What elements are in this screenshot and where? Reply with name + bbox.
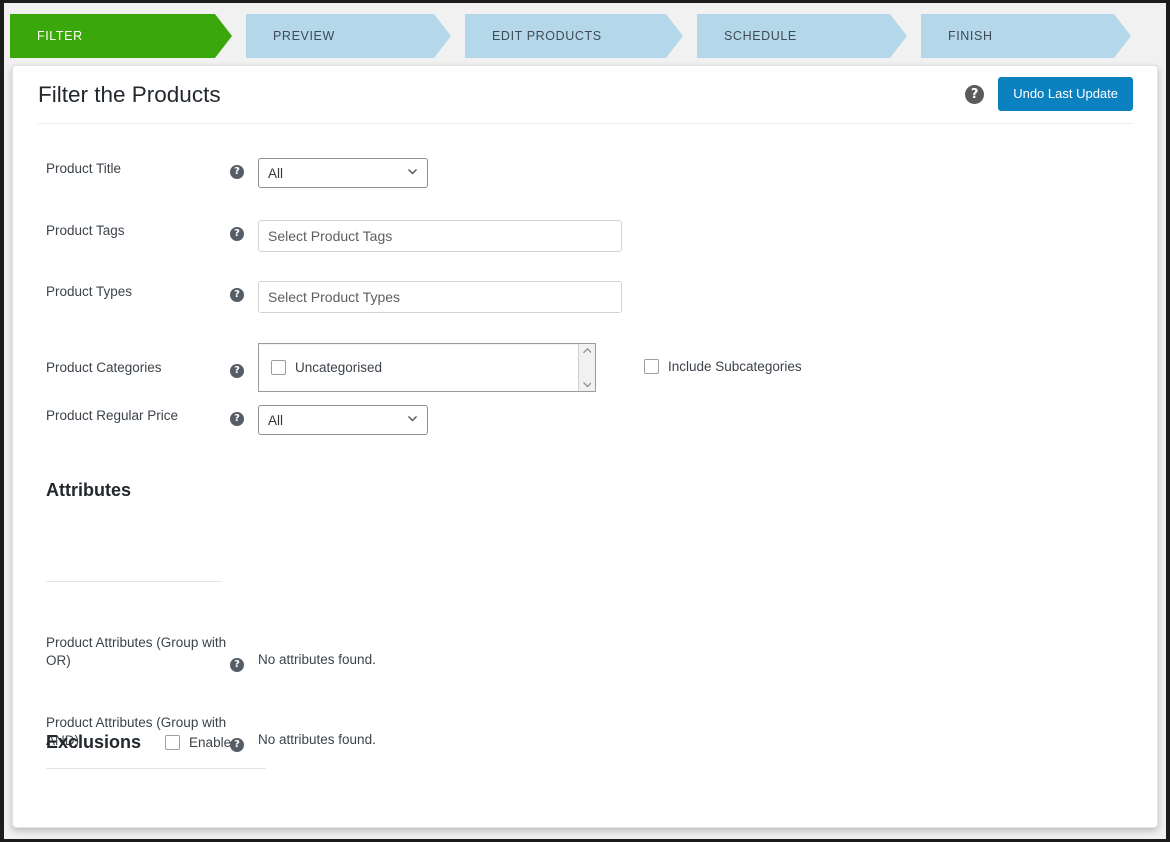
step-edit-products[interactable]: EDIT PRODUCTS bbox=[465, 14, 683, 58]
header-actions: ? Undo Last Update bbox=[965, 77, 1133, 111]
scroll-down-icon[interactable] bbox=[582, 382, 592, 388]
attributes-or-label: Product Attributes (Group with OR) bbox=[46, 635, 227, 668]
row-attributes-or: Product Attributes (Group with OR) ? No … bbox=[46, 632, 376, 672]
attributes-heading: Attributes bbox=[46, 480, 131, 501]
product-title-help: ? bbox=[230, 158, 258, 179]
step-schedule[interactable]: SCHEDULE bbox=[697, 14, 907, 58]
exclusions-heading-text: Exclusions bbox=[46, 732, 142, 752]
help-icon[interactable]: ? bbox=[230, 364, 244, 378]
row-product-categories: Product Categories ? Uncategorised Inclu… bbox=[46, 343, 802, 392]
product-types-field bbox=[258, 281, 622, 313]
attributes-and-help: ? bbox=[230, 712, 258, 752]
category-uncategorised-label: Uncategorised bbox=[295, 360, 383, 375]
step-filter-label: FILTER bbox=[37, 29, 83, 43]
help-icon[interactable]: ? bbox=[965, 84, 985, 104]
attributes-divider bbox=[46, 581, 222, 582]
listbox-scrollbar[interactable] bbox=[578, 344, 595, 391]
exclusions-enable-checkbox[interactable] bbox=[165, 735, 181, 750]
product-tags-input[interactable] bbox=[258, 220, 622, 252]
step-finish-label: FINISH bbox=[948, 29, 993, 43]
row-product-types: Product Types ? bbox=[46, 281, 622, 313]
scroll-up-icon[interactable] bbox=[582, 347, 592, 354]
step-schedule-label: SCHEDULE bbox=[724, 29, 797, 43]
exclusions-enable-row[interactable]: Enable bbox=[165, 735, 231, 750]
row-product-tags: Product Tags ? bbox=[46, 220, 622, 252]
help-icon[interactable]: ? bbox=[230, 288, 244, 302]
product-title-select-wrap: All bbox=[258, 158, 428, 188]
help-icon[interactable]: ? bbox=[230, 738, 244, 752]
product-regular-price-field: All bbox=[258, 405, 428, 435]
product-types-label: Product Types bbox=[46, 284, 133, 299]
product-title-field: All bbox=[258, 158, 428, 188]
exclusions-divider bbox=[46, 768, 266, 769]
page-title: Filter the Products bbox=[38, 81, 221, 107]
step-finish[interactable]: FINISH bbox=[921, 14, 1131, 58]
step-preview-label: PREVIEW bbox=[273, 29, 335, 43]
filter-panel: Filter the Products ? Undo Last Update P… bbox=[12, 65, 1158, 828]
attributes-and-value: No attributes found. bbox=[258, 732, 376, 747]
product-regular-price-help: ? bbox=[230, 405, 258, 426]
panel-header: Filter the Products ? Undo Last Update bbox=[37, 66, 1133, 124]
help-icon[interactable]: ? bbox=[230, 165, 244, 179]
exclusions-section: Exclusions Enable bbox=[46, 732, 231, 753]
attributes-or-help: ? bbox=[230, 632, 258, 672]
product-regular-price-select[interactable]: All bbox=[258, 405, 428, 435]
row-product-regular-price: Product Regular Price ? All bbox=[46, 405, 428, 435]
help-icon[interactable]: ? bbox=[230, 227, 244, 241]
step-edit-products-label: EDIT PRODUCTS bbox=[492, 29, 602, 43]
include-subcategories-row[interactable]: Include Subcategories bbox=[644, 343, 802, 374]
step-preview[interactable]: PREVIEW bbox=[246, 14, 451, 58]
product-categories-listbox[interactable]: Uncategorised bbox=[258, 343, 596, 392]
wizard-step-bar: FILTER PREVIEW EDIT PRODUCTS SCHEDULE FI… bbox=[10, 14, 1162, 58]
product-categories-field: Uncategorised bbox=[258, 343, 596, 392]
undo-last-update-button[interactable]: Undo Last Update bbox=[998, 77, 1133, 111]
list-item[interactable]: Uncategorised bbox=[259, 360, 382, 375]
product-tags-help: ? bbox=[230, 220, 258, 241]
step-filter[interactable]: FILTER bbox=[10, 14, 232, 58]
product-regular-price-select-wrap: All bbox=[258, 405, 428, 435]
row-product-title: Product Title ? All bbox=[46, 158, 428, 188]
include-subcategories-label: Include Subcategories bbox=[668, 359, 802, 374]
product-regular-price-label: Product Regular Price bbox=[46, 408, 179, 423]
attributes-or-value: No attributes found. bbox=[258, 652, 376, 667]
include-subcategories-checkbox[interactable] bbox=[644, 359, 659, 374]
attributes-heading-text: Attributes bbox=[46, 480, 131, 500]
product-tags-label: Product Tags bbox=[46, 223, 125, 238]
product-categories-label: Product Categories bbox=[46, 360, 162, 375]
help-icon[interactable]: ? bbox=[230, 658, 244, 672]
exclusions-enable-label: Enable bbox=[189, 735, 232, 750]
product-title-select[interactable]: All bbox=[258, 158, 428, 188]
product-types-input[interactable] bbox=[258, 281, 622, 313]
help-icon[interactable]: ? bbox=[230, 412, 244, 426]
product-types-help: ? bbox=[230, 281, 258, 302]
product-tags-field bbox=[258, 220, 622, 252]
product-title-label: Product Title bbox=[46, 161, 122, 176]
category-uncategorised-checkbox[interactable] bbox=[271, 360, 286, 375]
product-categories-help: ? bbox=[230, 343, 258, 378]
